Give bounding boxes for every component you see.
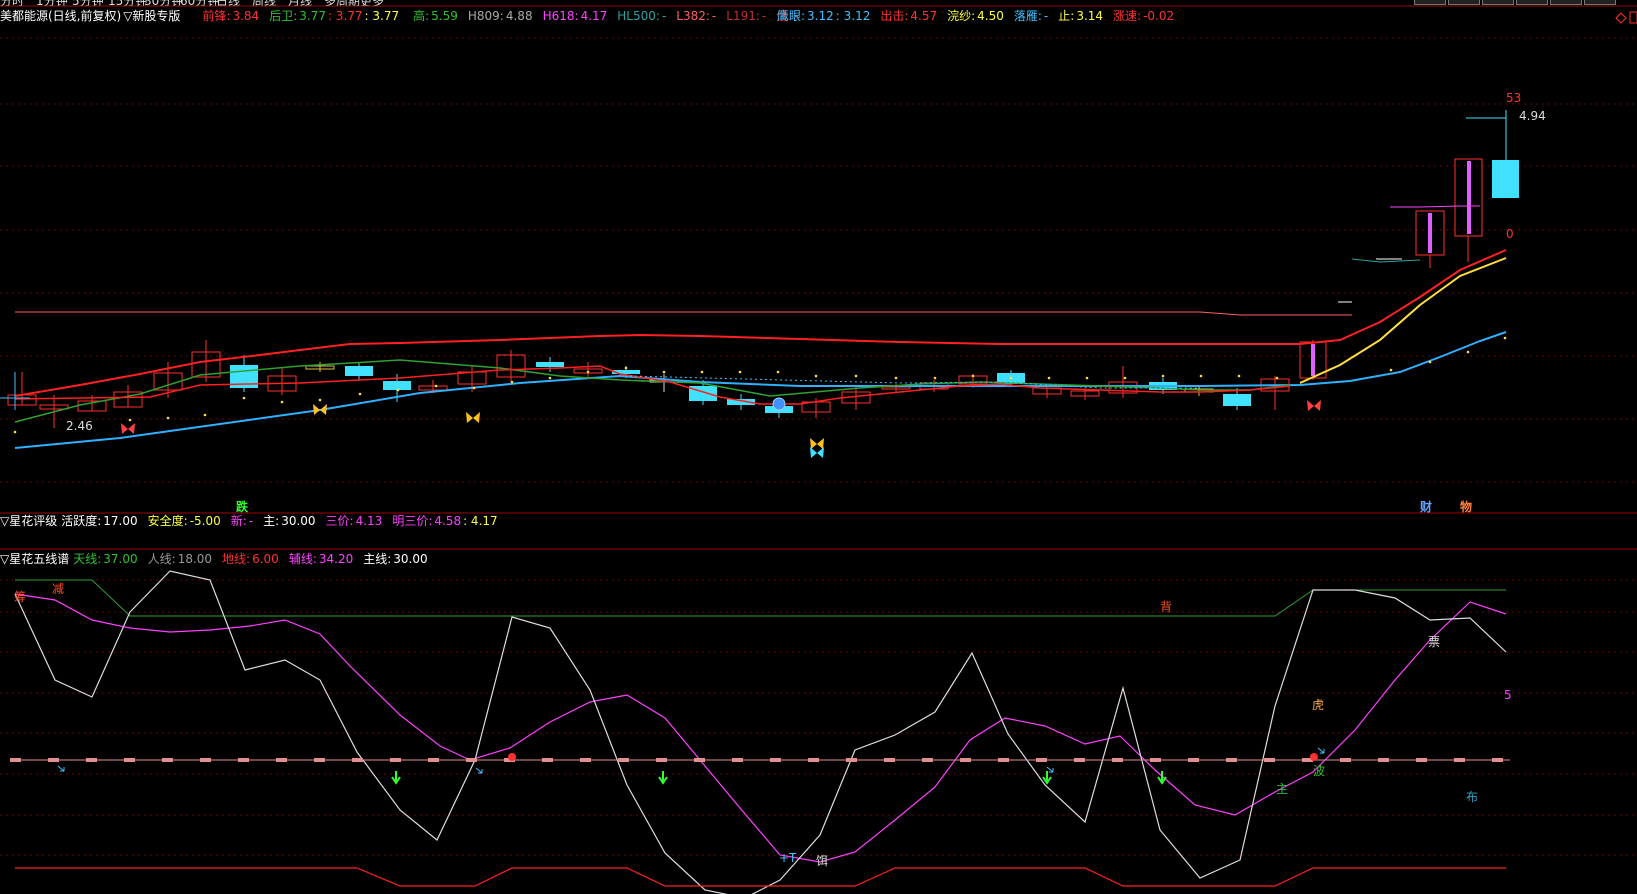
zhu-mark: 主 [1276, 782, 1289, 796]
down-arrow-icon [1042, 771, 1052, 785]
butterfly-icon [817, 438, 824, 449]
butterfly-icon [320, 404, 327, 415]
signal-dot [1237, 374, 1241, 378]
candle-body [1492, 160, 1519, 198]
bo-mark: 波 [1313, 764, 1326, 778]
butterfly-icon [121, 423, 128, 434]
window-icon [1629, 11, 1637, 24]
assist-line [14, 593, 1507, 863]
hu-mark: 虎 [1312, 698, 1325, 712]
blue-ma-line [14, 331, 1507, 449]
signal-dot [1199, 374, 1203, 378]
signal-dot [933, 376, 937, 380]
signal-dot [472, 386, 476, 390]
signal-dot [548, 376, 552, 380]
diamond-icon [1615, 12, 1627, 24]
cyan-arrow-icon [475, 767, 483, 774]
signal-dot [776, 370, 780, 374]
grid-lines [0, 5, 1637, 856]
signal-dot [700, 370, 704, 374]
magenta-short-line [1390, 205, 1480, 208]
signal-dot [1503, 336, 1507, 340]
signal-dot [894, 376, 898, 380]
down-arrow-icon [658, 771, 668, 785]
signal-dot [586, 370, 590, 374]
earth-line [15, 867, 1506, 887]
butterfly-icon [810, 447, 817, 458]
low-price-label: 2.46 [66, 419, 93, 433]
signal-dot [1161, 374, 1165, 378]
candle-body [383, 381, 411, 390]
signal-dot [814, 374, 818, 378]
cai-mark: 财 [1420, 500, 1433, 514]
signal-dot [1047, 376, 1051, 380]
candle-inner [1467, 161, 1471, 234]
candle-inner [1311, 344, 1315, 376]
down-arrow-icon [1157, 771, 1167, 785]
butterfly-icon [810, 438, 817, 449]
signal-dot [318, 398, 322, 402]
zero-label: 0 [1506, 227, 1514, 241]
down-arrow-icon [391, 771, 401, 785]
signal-dot [1428, 360, 1432, 364]
wu-mark: 物 [1460, 500, 1473, 514]
signal-dot [624, 366, 628, 370]
cyan-arrow-icon [1317, 747, 1325, 754]
er-mark: 饵 [816, 854, 829, 868]
candlesticks [7, 110, 1519, 428]
signal-dot [128, 418, 132, 422]
signal-dot [1009, 376, 1013, 380]
signal-dot [510, 380, 514, 384]
butterfly-icon [128, 423, 135, 434]
jian-mark: 减 [52, 582, 65, 596]
main-line [14, 570, 1507, 894]
bei-mark: 背 [1160, 600, 1173, 614]
signal-dot [854, 374, 858, 378]
signal-dot [971, 374, 975, 378]
signal-dot [434, 384, 438, 388]
sky-line [15, 579, 1506, 617]
signal-dot [166, 416, 170, 420]
butterfly-icon [466, 412, 473, 423]
high-price-label: 4.94 [1519, 109, 1546, 123]
upper-band-line [15, 311, 1352, 316]
signal-dot [280, 400, 284, 404]
chou-mark: 筹 [14, 590, 27, 604]
butterfly-icon [1314, 400, 1321, 411]
signal-dot [203, 413, 207, 417]
butterfly-icon [1307, 400, 1314, 411]
chart-canvas[interactable] [0, 0, 1637, 894]
five-mark: 5 [1504, 688, 1512, 702]
red-signal-icon [1310, 753, 1318, 761]
blue-ball-icon [772, 397, 786, 411]
t-mark: +T [779, 851, 797, 865]
bu-mark: 布 [1466, 790, 1479, 804]
candle-inner [1428, 213, 1432, 253]
signal-dot [396, 388, 400, 392]
yellow-line [1299, 257, 1507, 384]
signal-dot [1466, 350, 1470, 354]
candle-body [345, 366, 373, 376]
signal-dot [242, 396, 246, 400]
signal-dot [738, 370, 742, 374]
count-label: 53 [1506, 91, 1522, 105]
candle-body [1223, 394, 1251, 406]
cyan-arrow-icon [57, 765, 65, 772]
piao-mark: 票 [1428, 635, 1441, 649]
die-mark: 跌 [236, 500, 249, 514]
signal-dot [662, 370, 666, 374]
candle-body [536, 362, 564, 367]
signal-dot [1389, 368, 1393, 372]
signal-dot [1275, 376, 1279, 380]
signal-dot [1085, 376, 1089, 380]
signal-dot [1123, 376, 1127, 380]
chart-marks [0, 11, 1637, 785]
butterfly-icon [473, 412, 480, 423]
butterfly-icon [817, 447, 824, 458]
butterfly-icon [313, 404, 320, 415]
red-signal-icon [508, 753, 516, 761]
signal-dot [13, 430, 17, 434]
signal-dot [358, 392, 362, 396]
